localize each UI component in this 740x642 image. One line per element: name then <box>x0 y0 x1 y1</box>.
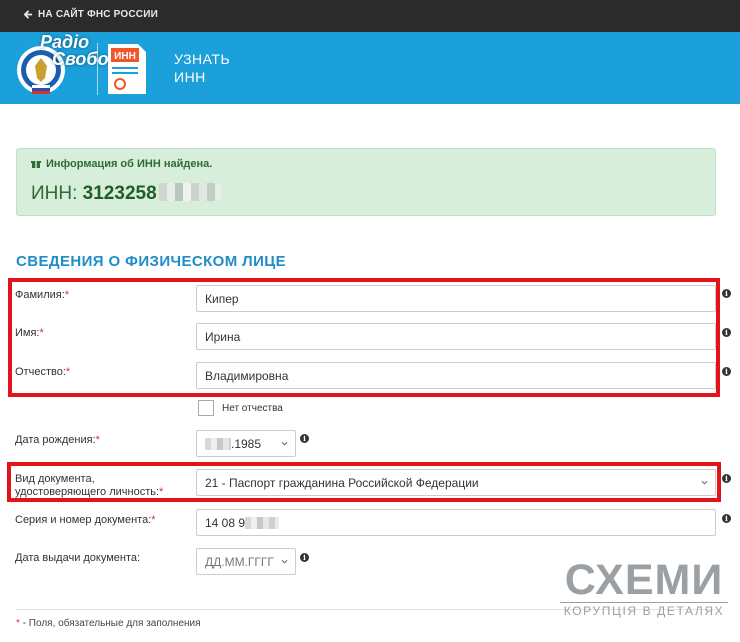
info-icon[interactable]: i <box>300 553 309 562</box>
inn-redacted-pixelation <box>158 183 221 201</box>
doc-type-value: 21 - Паспорт гражданина Российской Федер… <box>205 476 479 490</box>
info-icon[interactable]: i <box>722 367 731 376</box>
issue-date-field[interactable]: ДД.ММ.ГГГГ <box>196 548 296 575</box>
page-title: УЗНАТЬ ИНН <box>174 50 254 86</box>
header-divider <box>97 43 98 95</box>
birth-date-value: .1985 <box>231 437 262 451</box>
doc-number-redacted <box>245 517 280 529</box>
birth-date-redacted <box>205 438 231 450</box>
doc-number-value: 14 08 9 <box>205 516 246 530</box>
name-field[interactable]: Ирина <box>196 323 716 350</box>
chevron-down-icon <box>281 559 288 564</box>
info-icon[interactable]: i <box>722 328 731 337</box>
birth-date-field[interactable]: .1985 <box>196 430 296 457</box>
watermark-tagline: КОРУПЦІЯ В ДЕТАЛЯХ <box>560 602 728 618</box>
inn-document-icon: ИНН <box>108 44 146 94</box>
patronymic-label: Отчество:* <box>15 366 71 378</box>
no-patronymic-label: Нет отчества <box>222 403 283 414</box>
inn-result: ИНН: 3123258 <box>31 183 221 205</box>
name-label: Имя:* <box>15 327 44 339</box>
inn-icon-text: ИНН <box>114 51 136 62</box>
section-title: СВЕДЕНИЯ О ФИЗИЧЕСКОМ ЛИЦЕ <box>16 253 287 270</box>
patronymic-value: Владимировна <box>205 369 289 383</box>
chevron-down-icon <box>701 480 708 485</box>
no-patronymic-checkbox[interactable] <box>198 400 214 416</box>
doc-number-label: Серия и номер документа:* <box>15 514 156 526</box>
skhemy-watermark: СХЕМИ КОРУПЦІЯ В ДЕТАЛЯХ <box>560 556 728 618</box>
top-bar: НА САЙТ ФНС РОССИИ <box>0 0 740 32</box>
alert-message-text: Информация об ИНН найдена. <box>46 158 213 170</box>
issue-date-placeholder: ДД.ММ.ГГГГ <box>205 555 274 569</box>
back-to-fns-link[interactable]: НА САЙТ ФНС РОССИИ <box>24 9 158 20</box>
alert-message: Информация об ИНН найдена. <box>31 158 212 170</box>
page-title-line2: ИНН <box>174 69 206 85</box>
inn-label: ИНН: <box>31 183 78 204</box>
patronymic-field[interactable]: Владимировна <box>196 362 716 389</box>
name-value: Ирина <box>205 330 241 344</box>
watermark-brand: СХЕМИ <box>564 556 724 604</box>
inn-value: 3123258 <box>82 183 157 204</box>
inn-found-alert: Информация об ИНН найдена. ИНН: 3123258 <box>16 148 716 216</box>
surname-value: Кипер <box>205 292 239 306</box>
back-link-label: НА САЙТ ФНС РОССИИ <box>38 9 158 20</box>
doc-type-select[interactable]: 21 - Паспорт гражданина Российской Федер… <box>196 469 716 496</box>
info-icon[interactable]: i <box>722 289 731 298</box>
doc-type-label: Вид документа, удостоверяющего личность:… <box>15 473 164 498</box>
doc-number-field[interactable]: 14 08 9 <box>196 509 716 536</box>
info-icon[interactable]: i <box>722 474 731 483</box>
info-icon[interactable]: i <box>722 514 731 523</box>
info-icon[interactable]: i <box>300 434 309 443</box>
birth-date-label: Дата рождения:* <box>15 434 100 446</box>
surname-field[interactable]: Кипер <box>196 285 716 312</box>
surname-label: Фамилия:* <box>15 289 70 301</box>
issue-date-label: Дата выдачи документа: <box>15 552 141 564</box>
page-title-line1: УЗНАТЬ <box>174 51 231 67</box>
chevron-down-icon <box>281 441 288 446</box>
required-fields-footnote: * - Поля, обязательные для заполнения <box>16 618 201 629</box>
gift-icon <box>31 161 41 168</box>
arrow-left-icon <box>24 10 33 19</box>
